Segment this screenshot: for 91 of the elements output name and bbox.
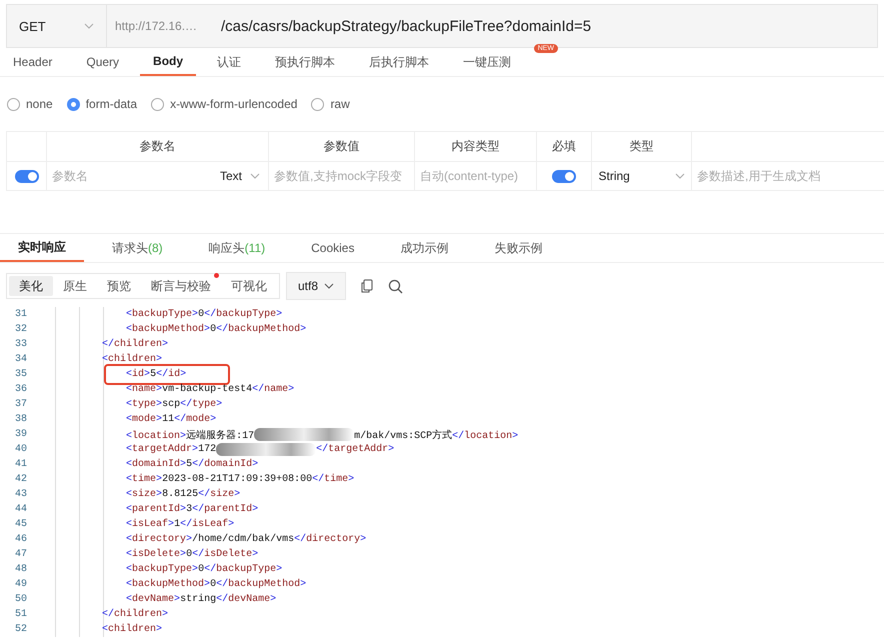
chevron-down-icon xyxy=(674,173,684,179)
code-text: </targetAddr> xyxy=(316,444,394,455)
code-text: <type>scp</type> xyxy=(125,399,222,410)
view-mode-button[interactable]: 原生 xyxy=(53,276,97,296)
code-text: m/bak/vms:SCP方式</location> xyxy=(354,428,518,442)
response-tab[interactable]: 失败示例 xyxy=(476,234,560,262)
line-number: 44 xyxy=(14,504,27,515)
method-select[interactable]: GET xyxy=(7,5,107,47)
chevron-down-icon xyxy=(250,173,260,179)
line-number: 43 xyxy=(14,489,27,500)
code-text: <mode>11</mode> xyxy=(125,414,216,425)
response-tab[interactable]: Cookies xyxy=(293,234,372,262)
response-tab[interactable]: 实时响应 xyxy=(0,234,84,262)
view-mode-button[interactable]: 美化 xyxy=(9,276,53,296)
param-name-field[interactable]: 参数名 xyxy=(47,169,167,183)
code-text: <children> xyxy=(101,624,162,635)
copy-icon[interactable] xyxy=(360,279,374,293)
code-text: <parentId>3</parentId> xyxy=(125,504,258,515)
line-number: 32 xyxy=(14,324,27,335)
line-number: 31 xyxy=(14,309,27,320)
code-text: <isDelete>0</isDelete> xyxy=(125,549,258,560)
code-text: <targetAddr>172 xyxy=(125,444,216,455)
request-tab[interactable]: Body xyxy=(140,48,196,76)
line-number: 50 xyxy=(14,594,27,605)
code-text: <time>2023-08-21T17:09:39+08:00</time> xyxy=(125,474,354,485)
code-text: </children> xyxy=(101,339,168,350)
code-text: <isLeaf>1</isLeaf> xyxy=(125,519,234,530)
request-tab[interactable]: 一键压测 xyxy=(450,48,524,76)
request-tab[interactable]: 预执行脚本 xyxy=(262,48,348,76)
request-tab[interactable]: 认证 xyxy=(204,48,254,76)
line-number: 52 xyxy=(14,624,27,635)
url-path[interactable]: /cas/casrs/backupStrategy/backupFileTree?domainId=5 xyxy=(221,18,592,34)
line-number: 48 xyxy=(14,564,27,575)
code-text: <backupMethod>0</backupMethod> xyxy=(125,579,306,590)
response-tab[interactable]: 成功示例 xyxy=(382,234,466,262)
line-number: 40 xyxy=(14,444,27,455)
code-text: </children> xyxy=(101,609,168,620)
view-mode-button[interactable]: 断言与校验 xyxy=(141,276,221,296)
description-field[interactable]: 参数描述,用于生成文档 xyxy=(692,169,884,183)
line-number: 36 xyxy=(14,384,27,395)
code-text: <backupType>0</backupType> xyxy=(125,564,282,575)
line-number: 33 xyxy=(14,339,27,350)
view-mode-button[interactable]: 预览 xyxy=(97,276,141,296)
chevron-down-icon xyxy=(84,23,94,29)
body-type-radio[interactable]: form-data xyxy=(66,97,138,111)
line-number: 51 xyxy=(14,609,27,620)
body-type-radio[interactable]: x-www-form-urlencoded xyxy=(151,97,298,111)
line-number: 34 xyxy=(14,354,27,365)
column-header: 参数名 xyxy=(46,132,268,161)
column-header: 参数值 xyxy=(268,132,414,161)
required-toggle[interactable] xyxy=(552,170,576,182)
code-text: <location>远端服务器:17 xyxy=(125,428,254,442)
code-text: <children> xyxy=(101,354,162,365)
request-tab[interactable]: Query xyxy=(73,48,132,76)
code-text: <domainId>5</domainId> xyxy=(125,459,258,470)
code-text: <devName>string</devName> xyxy=(125,594,276,605)
url-host: http://172.16.… xyxy=(115,19,198,33)
line-number: 47 xyxy=(14,549,27,560)
line-number: 35 xyxy=(14,369,27,380)
column-header: 必填 xyxy=(536,132,591,161)
code-text: <size>8.8125</size> xyxy=(125,489,240,500)
enable-toggle[interactable] xyxy=(14,170,38,182)
code-text: <name>vm-backup-test4</name> xyxy=(125,384,294,395)
body-type-radio[interactable]: raw xyxy=(311,97,350,111)
body-type-radio[interactable]: none xyxy=(7,97,53,111)
param-value-field[interactable]: 参数值,支持mock字段变 xyxy=(269,169,414,183)
line-number: 37 xyxy=(14,399,27,410)
chevron-down-icon xyxy=(324,283,334,289)
response-tab[interactable]: 请求头(8) xyxy=(94,234,181,262)
response-tab[interactable]: 响应头(11) xyxy=(190,234,284,262)
line-number: 45 xyxy=(14,519,27,530)
code-text: <backupMethod>0</backupMethod> xyxy=(125,324,306,335)
line-number: 46 xyxy=(14,534,27,545)
request-tab[interactable]: 后执行脚本 xyxy=(356,48,442,76)
line-number: 49 xyxy=(14,579,27,590)
column-header: 内容类型 xyxy=(414,132,536,161)
line-number: 41 xyxy=(14,459,27,470)
line-number: 39 xyxy=(14,429,27,440)
code-text: <id>5</id> xyxy=(125,369,186,380)
content-type-field[interactable]: 自动(content-type) xyxy=(415,169,536,183)
request-tab[interactable]: Header xyxy=(0,48,66,76)
type-select[interactable]: String xyxy=(598,169,684,183)
line-number: 38 xyxy=(14,414,27,425)
code-text: <directory>/home/cdm/bak/vms</directory> xyxy=(125,534,366,545)
encoding-select[interactable]: utf8 xyxy=(286,272,346,300)
search-icon[interactable] xyxy=(388,278,403,294)
view-mode-button[interactable]: 可视化 xyxy=(221,276,277,296)
line-number: 42 xyxy=(14,474,27,485)
column-header: 类型 xyxy=(591,132,691,161)
code-text: <backupType>0</backupType> xyxy=(125,309,282,320)
field-type-select[interactable]: Text xyxy=(220,169,260,183)
